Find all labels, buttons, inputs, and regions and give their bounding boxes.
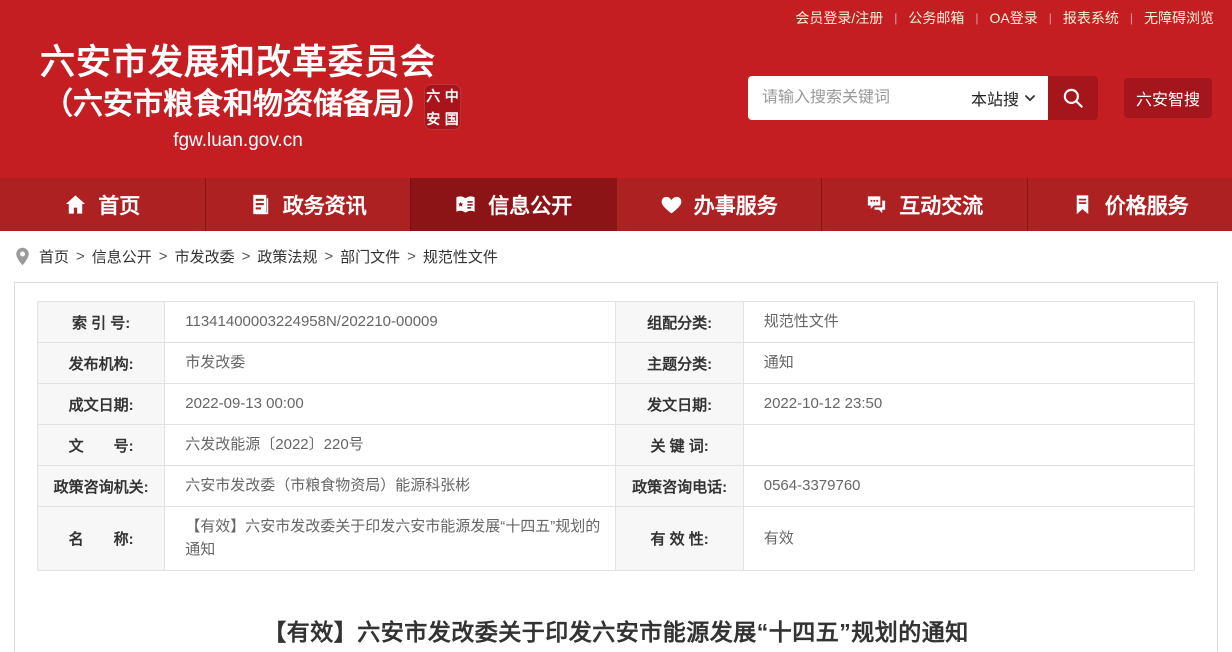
search-input[interactable] xyxy=(762,89,971,107)
nav-item-gov-news[interactable]: 政务资讯 xyxy=(205,178,411,231)
topbar-divider: | xyxy=(894,11,897,25)
meta-value-written-date: 2022-09-13 00:00 xyxy=(165,384,616,425)
breadcrumb-separator: > xyxy=(407,248,416,265)
meta-label-publish-date: 发文日期: xyxy=(616,384,743,425)
table-row: 索 引 号: 11341400003224958N/202210-00009 组… xyxy=(38,302,1195,343)
meta-label-doc-number: 文 号: xyxy=(38,425,165,466)
site-title: 六安市发展和改革委员会 xyxy=(12,40,464,86)
breadcrumb-item-normative-docs[interactable]: 规范性文件 xyxy=(423,246,498,267)
breadcrumb-separator: > xyxy=(159,248,168,265)
meta-label-consult-agency: 政策咨询机关: xyxy=(38,466,165,507)
nav-item-home[interactable]: 首页 xyxy=(0,178,205,231)
document-meta-table: 索 引 号: 11341400003224958N/202210-00009 组… xyxy=(37,301,1195,571)
site-domain: fgw.luan.gov.cn xyxy=(12,130,464,152)
meta-value-group-category: 规范性文件 xyxy=(743,302,1194,343)
nav-item-info-disclosure[interactable]: 信息公开 xyxy=(410,178,616,231)
topbar-divider: | xyxy=(1049,11,1052,25)
seal-char: 六 xyxy=(424,84,443,107)
nav-item-price-service[interactable]: 价格服务 xyxy=(1027,178,1232,231)
breadcrumb-item-dept-docs[interactable]: 部门文件 xyxy=(340,246,400,267)
breadcrumb-separator: > xyxy=(242,248,251,265)
meta-value-publish-date: 2022-10-12 23:50 xyxy=(743,384,1194,425)
document-icon xyxy=(249,193,272,216)
meta-label-topic-category: 主题分类: xyxy=(616,343,743,384)
seal-char: 安 xyxy=(424,107,443,130)
chevron-down-icon xyxy=(1024,94,1036,103)
nav-label: 政务资讯 xyxy=(283,190,367,220)
nav-label: 互动交流 xyxy=(899,190,983,220)
search-area: 本站搜 六安智搜 xyxy=(748,76,1212,120)
nav-label: 办事服务 xyxy=(694,190,778,220)
seal-char: 国 xyxy=(443,107,462,130)
site-brand[interactable]: 六安市发展和改革委员会 （六安市粮食和物资储备局） fgw.luan.gov.c… xyxy=(12,40,464,152)
meta-value-index-no: 11341400003224958N/202210-00009 xyxy=(165,302,616,343)
meta-label-doc-name: 名 称: xyxy=(38,507,165,571)
topbar-link-accessibility[interactable]: 无障碍浏览 xyxy=(1144,8,1214,28)
smart-search-button[interactable]: 六安智搜 xyxy=(1124,78,1212,118)
breadcrumb: 首页 > 信息公开 > 市发改委 > 政策法规 > 部门文件 > 规范性文件 xyxy=(0,231,1232,282)
meta-label-validity: 有 效 性: xyxy=(616,507,743,571)
meta-label-group-category: 组配分类: xyxy=(616,302,743,343)
price-bookmark-icon xyxy=(1071,193,1094,216)
site-header: 会员登录/注册 | 公务邮箱 | OA登录 | 报表系统 | 无障碍浏览 六安市发展和改… xyxy=(0,0,1232,178)
meta-label-index-no: 索 引 号: xyxy=(38,302,165,343)
chat-bubbles-icon xyxy=(865,193,888,216)
nav-item-interaction[interactable]: 互动交流 xyxy=(821,178,1027,231)
nav-item-services[interactable]: 办事服务 xyxy=(616,178,822,231)
nav-label: 价格服务 xyxy=(1105,190,1189,220)
meta-label-written-date: 成文日期: xyxy=(38,384,165,425)
open-book-icon xyxy=(454,193,477,216)
table-row: 名 称: 【有效】六安市发改委关于印发六安市能源发展“十四五”规划的通知 有 效… xyxy=(38,507,1195,571)
table-row: 成文日期: 2022-09-13 00:00 发文日期: 2022-10-12 … xyxy=(38,384,1195,425)
nav-label: 信息公开 xyxy=(488,190,572,220)
meta-value-validity: 有效 xyxy=(743,507,1194,571)
utility-topbar: 会员登录/注册 | 公务邮箱 | OA登录 | 报表系统 | 无障碍浏览 xyxy=(0,0,1232,36)
topbar-link-member-login[interactable]: 会员登录/注册 xyxy=(795,8,883,28)
china-luan-seal-logo: 六 中 安 国 xyxy=(424,84,461,130)
topbar-divider: | xyxy=(975,11,978,25)
search-scope-label: 本站搜 xyxy=(971,86,1019,110)
site-subtitle: （六安市粮食和物资储备局） xyxy=(12,86,464,124)
home-icon xyxy=(64,193,87,216)
table-row: 文 号: 六发改能源〔2022〕220号 关 键 词: xyxy=(38,425,1195,466)
breadcrumb-item-info-disclosure[interactable]: 信息公开 xyxy=(92,246,152,267)
table-row: 发布机构: 市发改委 主题分类: 通知 xyxy=(38,343,1195,384)
search-button[interactable] xyxy=(1048,76,1098,120)
meta-label-consult-phone: 政策咨询电话: xyxy=(616,466,743,507)
search-icon xyxy=(1060,85,1086,111)
meta-value-doc-name: 【有效】六安市发改委关于印发六安市能源发展“十四五”规划的通知 xyxy=(165,507,616,571)
table-row: 政策咨询机关: 六安市发改委（市粮食物资局）能源科张彬 政策咨询电话: 0564… xyxy=(38,466,1195,507)
search-box: 本站搜 xyxy=(748,76,1048,120)
breadcrumb-item-home[interactable]: 首页 xyxy=(39,246,69,267)
meta-value-consult-agency: 六安市发改委（市粮食物资局）能源科张彬 xyxy=(165,466,616,507)
meta-value-issuing-agency: 市发改委 xyxy=(165,343,616,384)
search-scope-dropdown[interactable]: 本站搜 xyxy=(971,86,1038,110)
nav-label: 首页 xyxy=(98,190,140,220)
breadcrumb-item-policy[interactable]: 政策法规 xyxy=(257,246,317,267)
breadcrumb-separator: > xyxy=(76,248,85,265)
topbar-link-report-system[interactable]: 报表系统 xyxy=(1063,8,1119,28)
document-detail-card: 索 引 号: 11341400003224958N/202210-00009 组… xyxy=(14,282,1218,652)
breadcrumb-separator: > xyxy=(324,248,333,265)
seal-char: 中 xyxy=(443,84,462,107)
meta-value-keywords xyxy=(743,425,1194,466)
breadcrumb-item-fgw[interactable]: 市发改委 xyxy=(175,246,235,267)
heart-icon xyxy=(660,193,683,216)
main-nav: 首页 政务资讯 信息公开 办事服务 xyxy=(0,178,1232,231)
meta-label-keywords: 关 键 词: xyxy=(616,425,743,466)
topbar-link-gov-mail[interactable]: 公务邮箱 xyxy=(908,8,964,28)
topbar-divider: | xyxy=(1130,11,1133,25)
meta-label-issuing-agency: 发布机构: xyxy=(38,343,165,384)
topbar-link-oa-login[interactable]: OA登录 xyxy=(990,8,1038,28)
article-title: 【有效】六安市发改委关于印发六安市能源发展“十四五”规划的通知 xyxy=(15,613,1217,647)
meta-value-doc-number: 六发改能源〔2022〕220号 xyxy=(165,425,616,466)
location-pin-icon xyxy=(15,247,30,266)
meta-value-consult-phone: 0564-3379760 xyxy=(743,466,1194,507)
meta-value-topic-category: 通知 xyxy=(743,343,1194,384)
